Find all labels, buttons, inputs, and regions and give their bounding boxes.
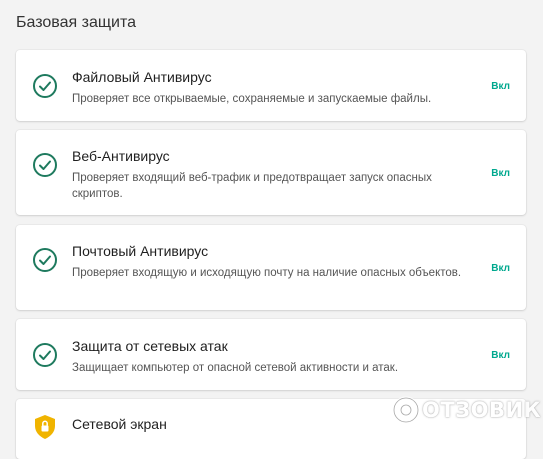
card-web-antivirus[interactable]: Веб-Антивирус Проверяет входящий веб-тра… [16, 130, 526, 215]
card-title: Файловый Антивирус [72, 69, 212, 85]
shield-lock-icon [35, 415, 55, 439]
status-toggle[interactable]: Вкл [491, 81, 510, 92]
card-title: Защита от сетевых атак [72, 338, 228, 354]
status-toggle[interactable]: Вкл [491, 263, 510, 274]
card-description: Проверяет входящий веб-трафик и предотвр… [72, 172, 432, 200]
card-title: Веб-Антивирус [72, 148, 170, 164]
card-file-antivirus[interactable]: Файловый Антивирус Проверяет все открыва… [16, 50, 526, 121]
check-circle-icon [33, 343, 57, 367]
card-description: Защищает компьютер от опасной сетевой ак… [72, 362, 399, 374]
card-description: Проверяет входящую и исходящую почту на … [72, 267, 462, 279]
section-title: Базовая защита [16, 14, 136, 31]
check-circle-icon [33, 153, 57, 177]
status-toggle[interactable]: Вкл [491, 168, 510, 179]
card-title: Сетевой экран [72, 416, 167, 432]
card-mail-antivirus[interactable]: Почтовый Антивирус Проверяет входящую и … [16, 225, 526, 310]
check-circle-icon [33, 74, 57, 98]
card-title: Почтовый Антивирус [72, 243, 209, 259]
status-toggle[interactable]: Вкл [491, 350, 510, 361]
card-firewall[interactable]: Сетевой экран [16, 399, 526, 459]
check-circle-icon [33, 248, 57, 272]
card-network-attack-protection[interactable]: Защита от сетевых атак Защищает компьюте… [16, 319, 526, 390]
card-description: Проверяет все открываемые, сохраняемые и… [72, 93, 432, 105]
